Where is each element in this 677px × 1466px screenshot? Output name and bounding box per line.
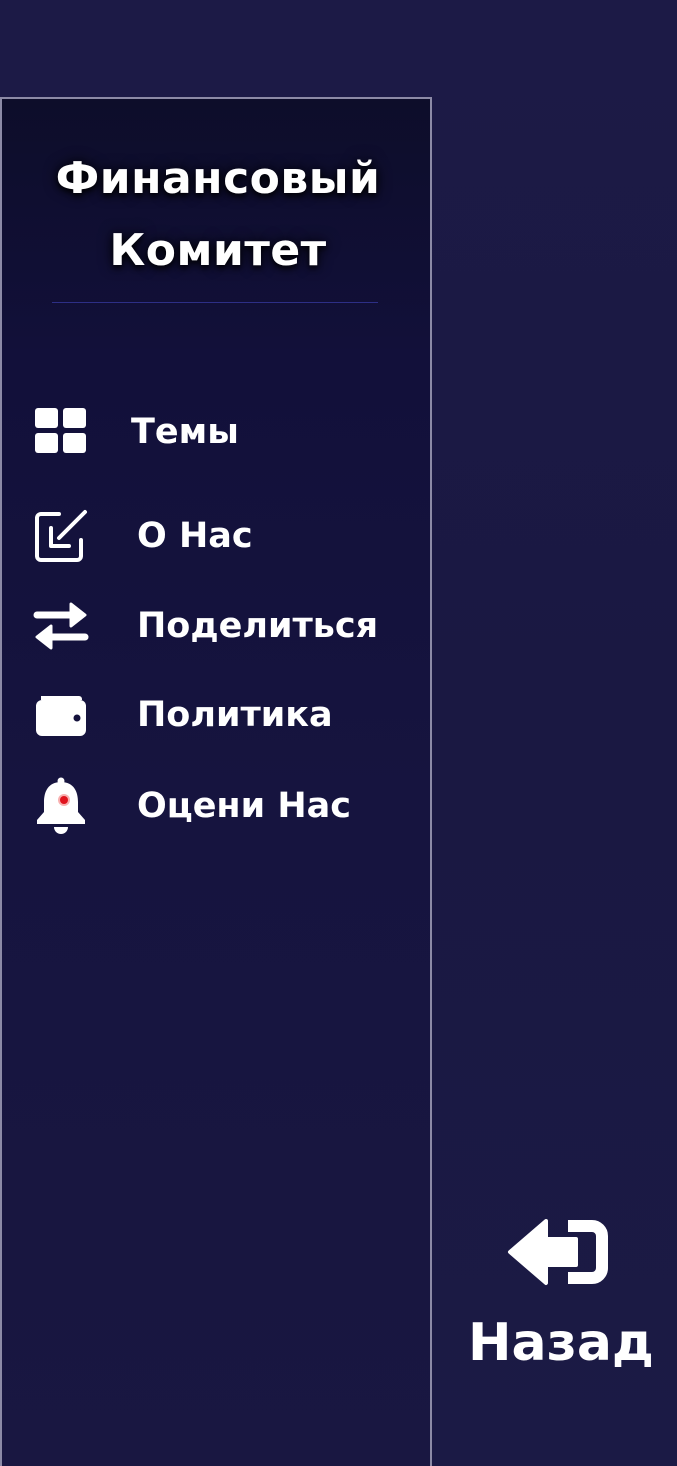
- edit-square-icon: [32, 507, 90, 565]
- app-title: Финансовый Комитет: [2, 143, 434, 287]
- swap-arrows-icon: [32, 597, 90, 655]
- wallet-icon: [32, 686, 90, 744]
- menu-item-label: О Нас: [137, 516, 253, 556]
- title-divider: [52, 302, 378, 303]
- grid-icon: [32, 403, 90, 461]
- app-title-line-2: Комитет: [109, 225, 327, 276]
- menu-item-rate-us[interactable]: Оцени Нас: [32, 776, 412, 836]
- menu-item-share[interactable]: Поделиться: [32, 596, 412, 656]
- menu-item-label: Оцени Нас: [137, 786, 351, 826]
- menu-item-policy[interactable]: Политика: [32, 685, 412, 745]
- menu-item-label: Темы: [131, 412, 239, 452]
- menu-item-label: Политика: [137, 695, 333, 735]
- menu-item-label: Поделиться: [137, 606, 379, 646]
- back-exit-icon: [504, 1211, 614, 1301]
- navigation-drawer: Финансовый Комитет Темы О Нас Поделиться…: [0, 97, 432, 1466]
- menu-item-topics[interactable]: Темы: [32, 402, 412, 462]
- app-screen: Финансовый Комитет Темы О Нас Поделиться…: [0, 0, 677, 1466]
- back-button[interactable]: Назад: [468, 1205, 654, 1385]
- menu-item-about[interactable]: О Нас: [32, 506, 412, 566]
- bell-icon: [32, 777, 90, 835]
- back-button-label: Назад: [468, 1313, 654, 1373]
- app-title-line-1: Финансовый: [55, 153, 381, 204]
